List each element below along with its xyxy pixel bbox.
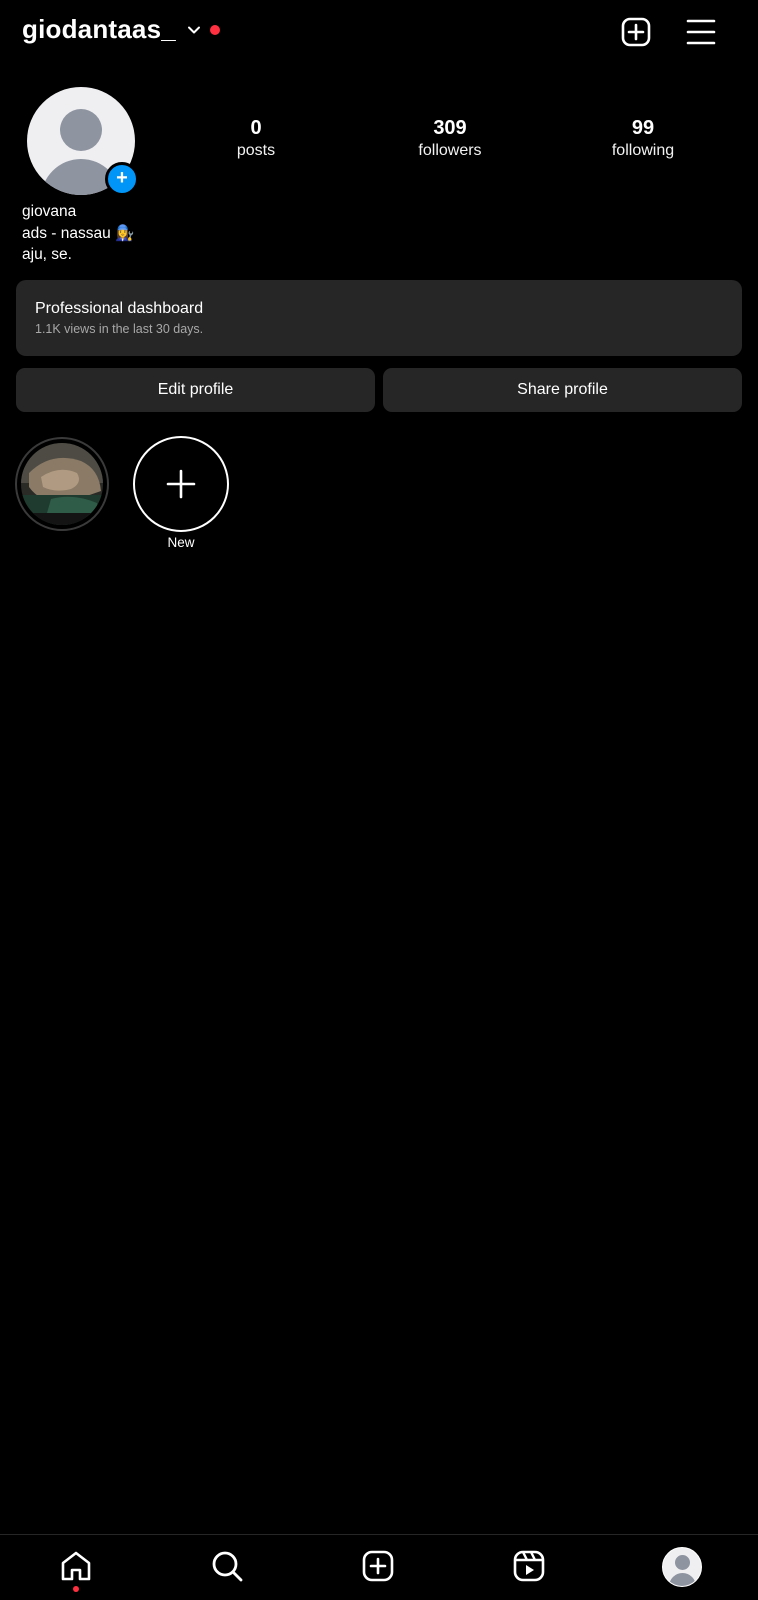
profile-tab-avatar[interactable] xyxy=(662,1547,702,1587)
followers-label: followers xyxy=(418,142,482,159)
search-icon[interactable] xyxy=(210,1549,244,1583)
share-profile-button[interactable]: Share profile xyxy=(383,368,742,412)
bio-line: ads - nassau 👩‍🔧 xyxy=(22,224,135,242)
display-name: giovana xyxy=(22,203,77,220)
username: giodantaas_ xyxy=(22,14,176,44)
following-count[interactable]: 99 following xyxy=(573,116,713,162)
dashboard-title: Professional dashboard xyxy=(35,300,204,317)
professional-dashboard[interactable]: Professional dashboard 1.1K views in the… xyxy=(16,280,742,356)
new-highlight-label: New xyxy=(167,535,195,550)
notification-dot xyxy=(209,24,220,35)
highlight-photo xyxy=(21,443,103,525)
bottom-navigation xyxy=(0,1534,758,1600)
avatar-head xyxy=(60,109,102,151)
home-notification-dot xyxy=(73,1586,79,1592)
followers-count[interactable]: 309 followers xyxy=(380,116,520,162)
following-label: following xyxy=(611,142,675,159)
avatar-body xyxy=(669,1573,696,1586)
posts-count[interactable]: 0 posts xyxy=(186,116,326,162)
account-switcher[interactable]: giodantaas_ xyxy=(22,14,220,45)
top-bar: giodantaas_ xyxy=(0,0,758,64)
posts-label: posts xyxy=(236,142,276,159)
plus-icon xyxy=(166,469,196,499)
story-highlight[interactable] xyxy=(15,437,109,531)
new-highlight-button[interactable] xyxy=(133,436,229,532)
avatar-head xyxy=(675,1555,690,1570)
profile-bio: giovana ads - nassau 👩‍🔧 aju, se. xyxy=(22,201,134,266)
bio-location: aju, se. xyxy=(22,246,72,263)
followers-value: 309 xyxy=(433,117,467,139)
plus-square-icon[interactable] xyxy=(620,16,652,48)
profile-avatar[interactable]: + xyxy=(27,87,139,197)
hamburger-menu-icon[interactable] xyxy=(685,16,717,48)
add-story-button[interactable]: + xyxy=(105,162,139,196)
chevron-down-icon xyxy=(187,26,200,33)
following-value: 99 xyxy=(631,117,655,139)
edit-profile-button[interactable]: Edit profile xyxy=(16,368,375,412)
highlight-cover-image xyxy=(21,443,103,525)
reels-icon[interactable] xyxy=(512,1549,546,1583)
create-icon[interactable] xyxy=(361,1549,395,1583)
home-icon[interactable] xyxy=(59,1549,93,1583)
posts-value: 0 xyxy=(250,117,262,139)
dashboard-subtitle: 1.1K views in the last 30 days. xyxy=(35,322,204,336)
